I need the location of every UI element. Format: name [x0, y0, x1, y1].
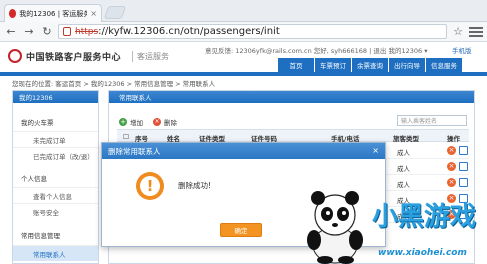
breadcrumb: 您现在的位置: 客运首页 > 我的12306 > 常用信息管理 > 常用联系人 — [12, 80, 216, 88]
dialog-message: 删除成功! — [178, 181, 212, 190]
passenger-type: 成人 — [397, 149, 410, 157]
row-edit-icon[interactable] — [459, 146, 468, 155]
railway-logo-icon — [8, 49, 22, 63]
passenger-type: 成人 — [397, 181, 410, 189]
nav-home[interactable]: 首页 — [278, 58, 314, 72]
sidebar-title[interactable]: 我的12306 — [13, 91, 98, 103]
sidebar-item-account-security[interactable]: 账号安全 — [13, 203, 98, 219]
new-tab-button[interactable] — [103, 6, 127, 19]
panel-actions: + 增加 × 删除 — [119, 117, 177, 127]
url-text: ://kyfw.12306.cn/otn/passengers/init — [98, 26, 280, 37]
nav-ticket-query[interactable]: 余票查询 — [352, 58, 388, 72]
forward-arrow-icon[interactable]: → — [22, 25, 36, 39]
back-arrow-icon[interactable]: ← — [4, 25, 18, 39]
url-input[interactable]: https://kyfw.12306.cn/otn/passengers/ini… — [58, 24, 447, 39]
main-nav: 首页 车票预订 余票查询 出行向导 信息服务 — [278, 58, 463, 72]
reload-icon[interactable]: ↻ — [40, 25, 54, 39]
row-edit-icon[interactable] — [459, 162, 468, 171]
watermark-title: 小黑游戏 — [372, 202, 477, 232]
add-icon: + — [119, 118, 127, 126]
table-header: ☐ 序号 姓名 证件类型 证件号码 手机/电话 旅客类型 操作 — [117, 129, 469, 143]
row-delete-icon[interactable]: × — [447, 146, 456, 155]
sidebar-item-contacts[interactable]: 常用联系人 — [13, 245, 98, 261]
header-divider — [0, 72, 487, 76]
panda-mascot-icon — [307, 191, 363, 264]
sidebar-group-common-info[interactable]: 常用信息管理 — [13, 230, 98, 240]
site-subname: 客运服务 — [132, 51, 169, 62]
tab-title: 我的12306 | 客运服务 | 铁 — [19, 9, 88, 18]
site-name: 中国铁路客户服务中心 — [26, 53, 122, 63]
address-bar-row: ← → ↻ https://kyfw.12306.cn/otn/passenge… — [0, 22, 487, 42]
panel-title: 常用联系人 — [109, 91, 474, 103]
site-header: 中国铁路客户服务中心 客运服务 意见反馈: 12306yfk@rails.com… — [0, 42, 487, 72]
url-scheme: https — [75, 26, 99, 37]
mobile-version-link[interactable]: 手机版 — [452, 45, 472, 55]
browser-tab-strip: 我的12306 | 客运服务 | 铁 × — [0, 0, 487, 22]
row-delete-icon[interactable]: × — [447, 178, 456, 187]
add-label: 增加 — [130, 119, 143, 127]
sidebar: 我的12306 我的火车票 未完成订单 已完成订单（改/退） 个人信息 查看个人… — [12, 90, 99, 264]
tab-close-icon[interactable]: × — [90, 9, 97, 18]
delete-contact-button[interactable]: × 删除 — [153, 117, 177, 127]
screen: 我的12306 | 客运服务 | 铁 × ← → ↻ https://kyfw.… — [0, 0, 487, 264]
add-contact-button[interactable]: + 增加 — [119, 117, 143, 127]
sidebar-group-tickets[interactable]: 我的火车票 — [13, 117, 98, 127]
confirm-button[interactable]: 确定 — [220, 223, 262, 237]
watermark-url: www.xiaohei.com — [378, 248, 467, 258]
top-user-links[interactable]: 意见反馈: 12306yfk@rails.com.cn 您好, syh66616… — [205, 45, 427, 55]
star-icon[interactable]: ☆ — [451, 25, 465, 39]
col-actions: 操作 — [447, 135, 460, 143]
nav-info-service[interactable]: 信息服务 — [426, 58, 462, 72]
browser-menu-icon[interactable] — [469, 25, 483, 39]
nav-booking[interactable]: 车票预订 — [315, 58, 351, 72]
nav-travel-guide[interactable]: 出行向导 — [389, 58, 425, 72]
browser-tab[interactable]: 我的12306 | 客运服务 | 铁 × — [4, 4, 102, 22]
delete-icon: × — [153, 118, 161, 126]
insecure-lock-icon — [63, 27, 71, 36]
select-all-checkbox[interactable]: ☐ — [123, 133, 129, 141]
contact-search-input[interactable]: 输入乘客姓名 — [397, 115, 467, 126]
sidebar-item-finished-orders[interactable]: 已完成订单（改/退） — [13, 147, 98, 163]
dialog-title: 删除常用联系人 — [102, 143, 385, 159]
alert-icon: ! — [136, 172, 164, 200]
delete-label: 删除 — [164, 119, 177, 127]
passenger-type: 成人 — [397, 165, 410, 173]
sidebar-group-personal[interactable]: 个人信息 — [13, 173, 98, 183]
row-delete-icon[interactable]: × — [447, 162, 456, 171]
col-passenger-type: 旅客类型 — [393, 135, 419, 143]
sidebar-item-unfinished-orders[interactable]: 未完成订单 — [13, 131, 98, 147]
row-edit-icon[interactable] — [459, 178, 468, 187]
dialog-close-icon[interactable]: × — [372, 146, 379, 155]
sidebar-item-view-profile[interactable]: 查看个人信息 — [13, 187, 98, 203]
site-favicon-icon — [9, 9, 17, 18]
